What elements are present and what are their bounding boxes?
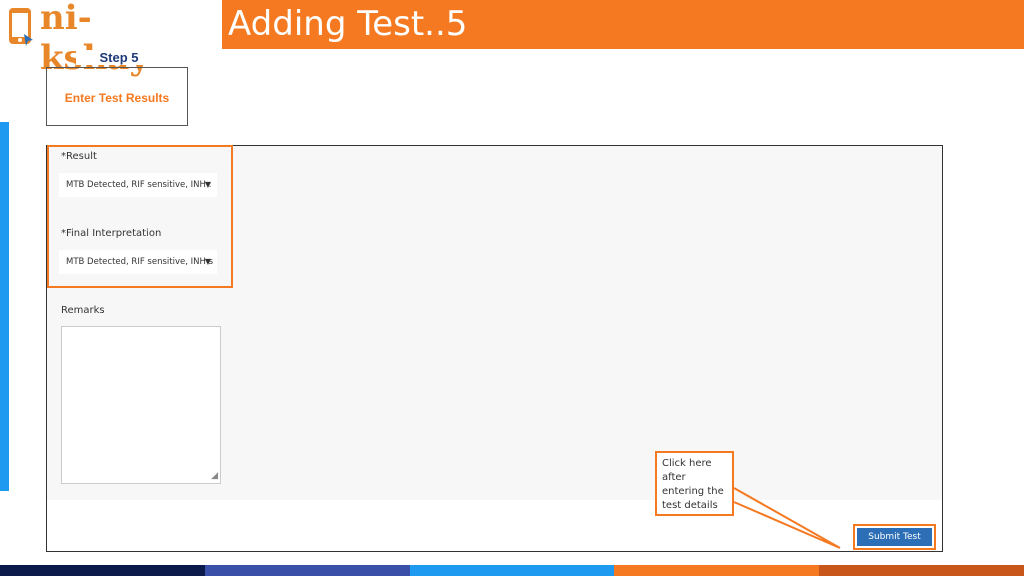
footer-segment	[614, 565, 820, 576]
fields-highlight-box	[47, 145, 233, 288]
submit-highlight-box: Submit Test	[853, 524, 936, 550]
step-label: Step 5	[76, 50, 162, 65]
step-box: Enter Test Results	[46, 67, 188, 126]
submit-test-button[interactable]: Submit Test	[857, 528, 932, 546]
title-bar: Adding Test..5	[222, 0, 1024, 49]
step-description: Enter Test Results	[64, 91, 170, 105]
resize-handle-icon[interactable]: ◢	[211, 470, 218, 481]
nikshay-logo: ni-kshay	[6, 0, 186, 78]
footer-color-bar	[0, 565, 1024, 576]
left-accent-bar	[0, 122, 9, 491]
instruction-callout: Click here after entering the test detai…	[655, 451, 734, 516]
footer-segment	[819, 565, 1024, 576]
footer-segment	[409, 565, 615, 576]
footer-segment	[204, 565, 410, 576]
page-title: Adding Test..5	[228, 4, 468, 44]
footer-segment	[0, 565, 205, 576]
remarks-label: Remarks	[61, 305, 105, 316]
remarks-textarea[interactable]: ◢	[61, 326, 221, 484]
phone-logo-icon	[9, 8, 33, 46]
